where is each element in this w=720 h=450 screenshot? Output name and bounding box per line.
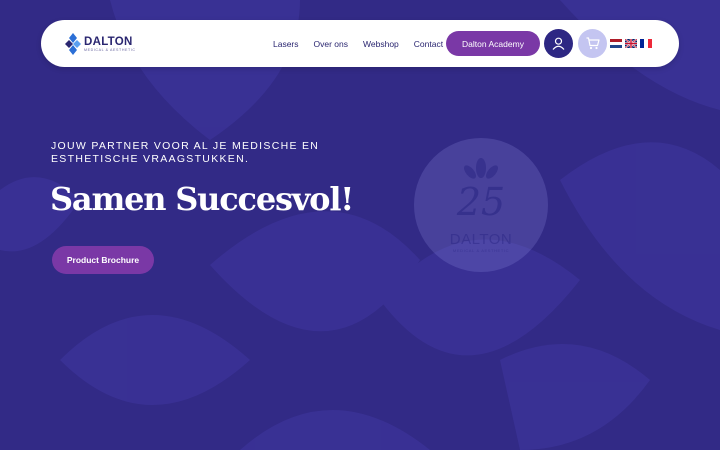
product-brochure-button[interactable]: Product Brochure (52, 246, 154, 274)
dalton-logo[interactable]: DALTON MEDICAL & AESTHETIC (65, 33, 136, 55)
anniversary-badge: 25 DALTON MEDICAL & AESTHETIC (414, 138, 548, 272)
flag-nl-icon[interactable] (610, 39, 622, 48)
flag-en-icon[interactable] (625, 39, 637, 48)
user-icon (552, 37, 565, 50)
cart-icon (586, 37, 600, 50)
hero-title: Samen Succesvol! (50, 180, 354, 218)
dalton-logo-icon (65, 33, 81, 55)
logo-tagline: MEDICAL & AESTHETIC (84, 47, 136, 52)
logo-name: DALTON (84, 35, 133, 48)
nav-links: Lasers Over ons Webshop Contact (273, 20, 458, 67)
background-pattern (0, 0, 720, 450)
top-navbar: DALTON MEDICAL & AESTHETIC Lasers Over o… (41, 20, 679, 67)
badge-tagline: MEDICAL & AESTHETIC (452, 248, 510, 253)
flag-fr-icon[interactable] (640, 39, 652, 48)
nav-link-webshop[interactable]: Webshop (363, 39, 399, 49)
account-button[interactable] (544, 29, 573, 58)
language-switcher (610, 39, 655, 48)
nav-link-lasers[interactable]: Lasers (273, 39, 299, 49)
nav-link-over-ons[interactable]: Over ons (314, 39, 349, 49)
nav-link-contact[interactable]: Contact (414, 39, 443, 49)
badge-name: DALTON (449, 231, 513, 248)
badge-number: 25 (456, 180, 506, 224)
dalton-academy-button[interactable]: Dalton Academy (446, 31, 540, 56)
hero-subtitle: JOUW PARTNER VOOR AL JE MEDISCHE EN ESTH… (51, 140, 320, 165)
cart-button[interactable] (578, 29, 607, 58)
